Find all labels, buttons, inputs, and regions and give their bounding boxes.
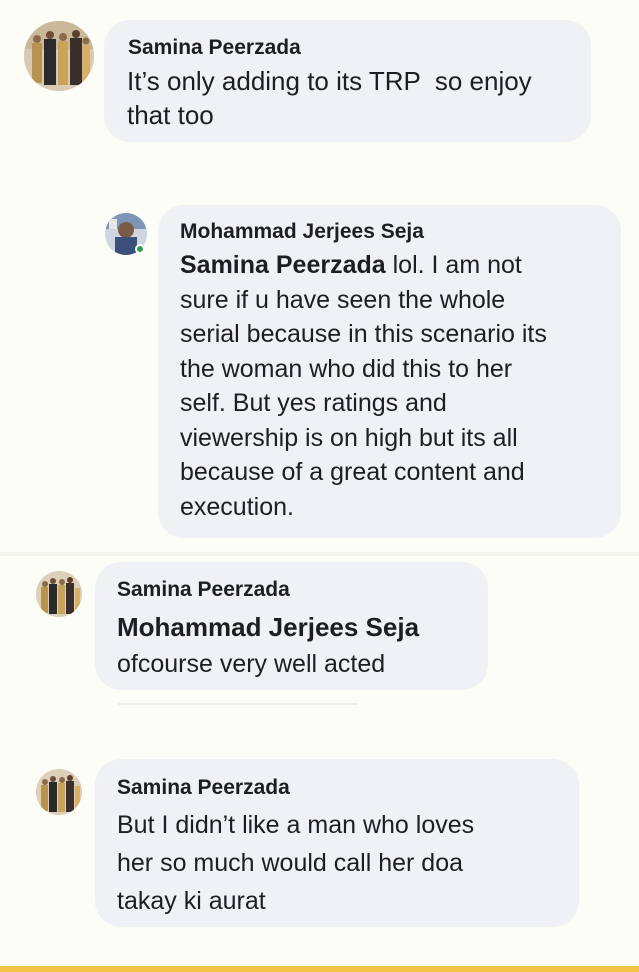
comment-text-line: self. But yes ratings and	[180, 389, 447, 417]
comment-text-line: takay ki aurat	[117, 887, 266, 915]
comment-author[interactable]: Mohammad Jerjees Seja	[180, 220, 424, 244]
avatar[interactable]	[36, 769, 82, 815]
comment-text: Samina Peerzada lol. I am not sure if u …	[180, 248, 547, 524]
comment-thread: Samina Peerzada It’s only adding to its …	[0, 0, 639, 972]
comment-text-line: her so much would call her doa	[117, 849, 464, 877]
comment-text-fragment: lol. I am not	[385, 251, 522, 279]
bottom-accent-bar	[0, 966, 639, 972]
avatar[interactable]	[24, 21, 94, 91]
comment-text-line: ofcourse very well acted	[117, 650, 386, 678]
comment-text: It’s only adding to its TRP so enjoy tha…	[127, 64, 532, 132]
comment-text-line: It’s only adding to its TRP so enjoy	[127, 66, 532, 96]
comment-text-line: the woman who did this to her	[180, 354, 513, 383]
online-status-icon	[135, 244, 145, 254]
comment-text: Mohammad Jerjees Seja ofcourse very well…	[117, 609, 419, 683]
comment-text-line: because of a great content and	[180, 458, 525, 486]
comment-text-line: that too	[127, 100, 214, 130]
avatar-photo-icon	[36, 769, 82, 815]
comment-text-line: But I didn’t like a man who loves	[117, 811, 475, 839]
comment-text-line: sure if u have seen the whole	[180, 285, 506, 314]
divider	[0, 552, 639, 556]
comment-author[interactable]: Samina Peerzada	[117, 776, 290, 800]
comment-author[interactable]: Samina Peerzada	[128, 36, 301, 60]
avatar-photo-icon	[24, 21, 94, 91]
comment-text-line: Samina Peerzada lol. I am not	[180, 248, 547, 283]
avatar-photo-icon	[36, 571, 82, 617]
comment-text-line: viewership is on high but its all	[180, 423, 518, 452]
comment-text-line: execution.	[180, 492, 294, 521]
comment-author[interactable]: Samina Peerzada	[117, 578, 290, 602]
mention-link[interactable]: Mohammad Jerjees Seja	[117, 609, 419, 646]
comment-text: But I didn’t like a man who loves her so…	[117, 806, 474, 920]
mention-link[interactable]: Samina Peerzada	[180, 251, 386, 279]
avatar[interactable]	[36, 571, 82, 617]
comment-text-line: serial because in this scenario its	[180, 320, 547, 348]
divider	[118, 703, 358, 705]
